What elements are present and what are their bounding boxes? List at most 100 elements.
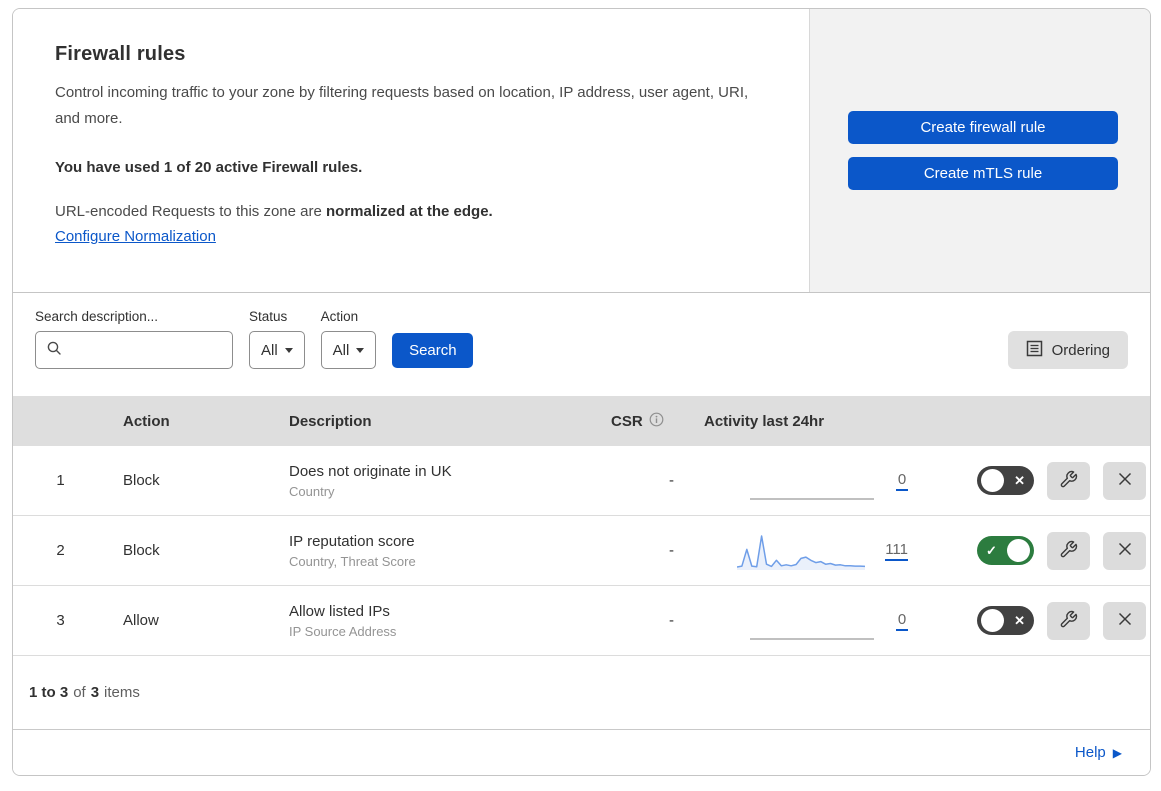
status-label: Status: [249, 309, 288, 324]
rule-action: Allow: [123, 612, 159, 629]
status-filter-group: Status All: [249, 309, 305, 369]
chevron-down-icon: [356, 347, 365, 353]
table-header: Action Description CSR Activity last 24h…: [13, 396, 1150, 446]
rule-activity-cell: 0: [686, 601, 916, 641]
search-input-box[interactable]: [35, 331, 233, 369]
enable-toggle[interactable]: ✕: [977, 466, 1034, 495]
status-dropdown[interactable]: All: [249, 331, 305, 369]
help-link[interactable]: Help ▶: [1075, 744, 1122, 761]
column-header-action: Action: [123, 412, 170, 430]
normalization-bold: normalized at the edge.: [326, 202, 493, 220]
items-word: items: [104, 684, 140, 701]
close-icon: [1117, 541, 1133, 560]
delete-rule-button[interactable]: [1103, 601, 1146, 640]
rule-description-cell: Allow listed IPs IP Source Address: [281, 603, 601, 639]
table-row: 1 Block Does not originate in UK Country…: [13, 446, 1150, 516]
configure-normalization-link[interactable]: Configure Normalization: [55, 228, 216, 245]
edit-rule-button[interactable]: [1047, 601, 1090, 640]
edit-rule-button[interactable]: [1047, 461, 1090, 500]
usage-summary: You have used 1 of 20 active Firewall ru…: [55, 158, 363, 176]
close-icon: [1117, 611, 1133, 630]
rule-description[interactable]: Allow listed IPs: [289, 603, 601, 620]
page-title: Firewall rules: [55, 43, 186, 65]
ordering-button[interactable]: Ordering: [1007, 331, 1128, 369]
toggle-knob: [1007, 539, 1030, 562]
ordering-list-icon: [1026, 340, 1043, 361]
items-range: 1 to 3: [29, 684, 69, 701]
search-label: Search description...: [35, 309, 159, 324]
wrench-icon: [1059, 610, 1078, 632]
csr-label: CSR: [611, 412, 643, 430]
column-header-csr: CSR: [601, 412, 686, 431]
rule-action: Block: [123, 542, 160, 559]
activity-sparkline: [750, 637, 874, 640]
toggle-knob: [981, 609, 1004, 632]
create-mtls-rule-button[interactable]: Create mTLS rule: [848, 157, 1118, 190]
create-firewall-rule-button[interactable]: Create firewall rule: [848, 111, 1118, 144]
action-dropdown-value: All: [332, 341, 350, 359]
chevron-down-icon: [284, 347, 293, 353]
enable-toggle[interactable]: ✓: [977, 536, 1034, 565]
status-dropdown-value: All: [261, 341, 278, 359]
rule-csr-value: -: [669, 472, 674, 489]
table-row: 2 Block IP reputation score Country, Thr…: [13, 516, 1150, 586]
toggle-state-icon: ✕: [1014, 473, 1025, 488]
search-button[interactable]: Search: [392, 333, 474, 368]
toggle-state-icon: ✓: [986, 543, 997, 558]
pagination-summary: 1 to 3 of 3 items: [13, 656, 1150, 730]
rule-priority: 2: [56, 542, 65, 559]
wrench-icon: [1059, 540, 1078, 562]
activity-sparkline: [737, 534, 866, 570]
action-dropdown[interactable]: All: [320, 331, 377, 369]
rule-csr-value: -: [669, 542, 674, 559]
items-of-word: of: [73, 684, 86, 701]
firewall-rules-card: Firewall rules Control incoming traffic …: [12, 8, 1151, 776]
action-label: Action: [320, 309, 359, 324]
rule-activity-cell: 0: [686, 461, 916, 501]
delete-rule-button[interactable]: [1103, 461, 1146, 500]
rule-description-cell: Does not originate in UK Country: [281, 463, 601, 499]
wrench-icon: [1059, 470, 1078, 492]
toggle-state-icon: ✕: [1014, 613, 1025, 628]
normalization-note: URL-encoded Requests to this zone are no…: [55, 203, 767, 220]
delete-rule-button[interactable]: [1103, 531, 1146, 570]
rule-description[interactable]: IP reputation score: [289, 533, 601, 550]
help-bar: Help ▶: [13, 730, 1150, 775]
action-filter-group: Action All: [320, 309, 377, 369]
filter-bar: Search description... Status All Action …: [13, 293, 1150, 396]
help-link-label: Help: [1074, 744, 1106, 761]
enable-toggle[interactable]: ✕: [977, 606, 1034, 635]
ordering-button-label: Ordering: [1051, 341, 1110, 359]
rule-description-cell: IP reputation score Country, Threat Scor…: [281, 533, 601, 569]
actions-panel: Create firewall rule Create mTLS rule: [810, 9, 1150, 292]
close-icon: [1117, 471, 1133, 490]
header-section: Firewall rules Control incoming traffic …: [13, 9, 1150, 293]
rule-criteria: Country: [289, 483, 335, 499]
info-icon[interactable]: [649, 412, 664, 431]
rule-criteria: IP Source Address: [289, 623, 397, 639]
search-icon: [46, 340, 62, 361]
triangle-right-icon: ▶: [1112, 745, 1122, 760]
search-field-group: Search description...: [35, 309, 233, 369]
rule-controls: ✕: [916, 461, 1150, 500]
edit-rule-button[interactable]: [1047, 531, 1090, 570]
normalization-prefix: URL-encoded Requests to this zone are: [55, 202, 326, 220]
activity-count-link[interactable]: 0: [896, 471, 908, 491]
activity-sparkline: [750, 497, 874, 500]
rule-priority: 1: [56, 472, 65, 489]
activity-count-link[interactable]: 0: [896, 611, 908, 631]
items-total: 3: [90, 684, 100, 701]
rule-controls: ✕: [916, 601, 1150, 640]
activity-count-link[interactable]: 111: [885, 541, 908, 561]
rule-activity-cell: 111: [686, 531, 916, 571]
rule-action: Block: [123, 472, 160, 489]
header-text-block: Firewall rules Control incoming traffic …: [13, 9, 810, 292]
rule-description[interactable]: Does not originate in UK: [289, 463, 601, 480]
rule-csr-value: -: [669, 612, 674, 629]
rule-priority: 3: [56, 612, 65, 629]
table-row: 3 Allow Allow listed IPs IP Source Addre…: [13, 586, 1150, 656]
column-header-description: Description: [289, 412, 372, 430]
toggle-knob: [981, 469, 1004, 492]
rule-criteria: Country, Threat Score: [289, 553, 416, 569]
search-input[interactable]: [68, 342, 232, 358]
